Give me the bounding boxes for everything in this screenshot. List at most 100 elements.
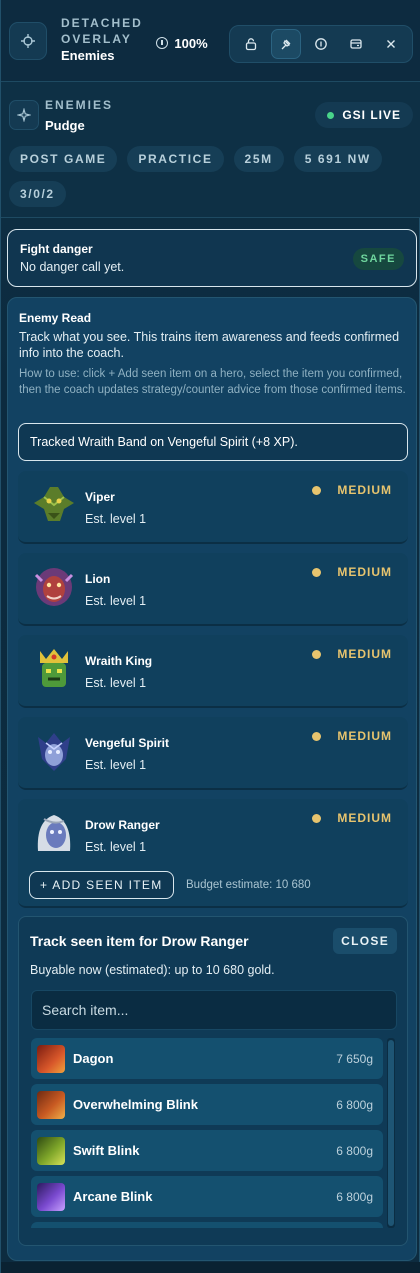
match-info-chips: POST GAME PRACTICE 25M 5 691 NW 3/0/2: [9, 146, 409, 207]
threat-label: MEDIUM: [337, 647, 392, 661]
threat-label: MEDIUM: [337, 729, 392, 743]
threat-dot-icon: [312, 485, 322, 495]
window-icon[interactable]: [341, 29, 371, 59]
top-bar: DETACHED OVERLAY Enemies 100%: [1, 0, 420, 82]
threat-indicator: MEDIUM: [312, 729, 392, 743]
item-name: Arcane Blink: [73, 1189, 153, 1204]
window-bottom-edge: [1, 1262, 420, 1273]
enemy-level: Est. level 1: [85, 676, 147, 690]
add-seen-item-button[interactable]: + ADD SEEN ITEM: [29, 871, 174, 899]
enemy-card-viper[interactable]: Viper Est. level 1 MEDIUM: [18, 471, 408, 544]
threat-indicator: MEDIUM: [312, 483, 392, 497]
enemy-card-lion[interactable]: Lion Est. level 1 MEDIUM: [18, 553, 408, 626]
enemy-level: Est. level 1: [85, 840, 147, 854]
threat-label: MEDIUM: [337, 811, 392, 825]
chip-game-mode: PRACTICE: [127, 146, 224, 172]
threat-dot-icon: [312, 567, 322, 577]
drow-ranger-portrait-icon: [30, 811, 78, 855]
enemy-name: Drow Ranger: [85, 818, 160, 832]
threat-indicator: MEDIUM: [312, 811, 392, 825]
enemy-card-vengeful-spirit[interactable]: Vengeful Spirit Est. level 1 MEDIUM: [18, 717, 408, 790]
arcane-blink-icon: [37, 1182, 65, 1211]
item-list-scrollbar[interactable]: [387, 1038, 395, 1228]
item-price: 6 800g: [336, 1189, 373, 1204]
sparkle-icon: [9, 100, 39, 130]
lion-portrait-icon: [30, 565, 78, 609]
zoom-value: 100%: [174, 35, 208, 51]
threat-dot-icon: [312, 649, 322, 659]
threat-dot-icon: [312, 813, 322, 823]
threat-label: MEDIUM: [337, 565, 392, 579]
item-name: Dagon: [73, 1051, 114, 1066]
tracked-toast: Tracked Wraith Band on Vengeful Spirit (…: [18, 423, 408, 461]
scrollbar-thumb[interactable]: [388, 1040, 394, 1226]
item-name: Overwhelming Blink: [73, 1097, 198, 1112]
enemy-level: Est. level 1: [85, 758, 147, 772]
vengeful-spirit-portrait-icon: [30, 729, 78, 773]
window-toolbar: [229, 25, 413, 63]
viper-portrait-icon: [30, 483, 78, 527]
track-panel-title: Track seen item for Drow Ranger: [30, 933, 249, 949]
threat-indicator: MEDIUM: [312, 565, 392, 579]
item-price: 6 800g: [336, 1097, 373, 1112]
swift-blink-icon: [37, 1136, 65, 1165]
section-label: ENEMIES: [45, 98, 114, 112]
overlay-window: DETACHED OVERLAY Enemies 100% ENEMIES Pu…: [0, 0, 420, 1273]
chip-game-time: 25M: [233, 146, 284, 172]
zoom-control[interactable]: 100%: [142, 27, 222, 59]
dagon-icon: [37, 1044, 65, 1073]
mode-label-1: DETACHED: [61, 16, 143, 31]
gsi-status-label: GSI LIVE: [342, 108, 401, 122]
info-circle-icon: [156, 37, 169, 49]
overwhelming-blink-icon: [37, 1090, 65, 1119]
chip-net-worth: 5 691 NW: [293, 146, 382, 172]
fight-danger-card: Fight danger No danger call yet. SAFE: [7, 229, 417, 287]
enemy-name: Wraith King: [85, 654, 153, 668]
track-seen-item-panel: Track seen item for Drow Ranger CLOSE Bu…: [18, 916, 408, 1246]
item-row-dagon[interactable]: Dagon 7 650g: [31, 1038, 383, 1079]
item-list: Dagon 7 650g Overwhelming Blink 6 800g S…: [31, 1038, 397, 1228]
enemy-read-howto: How to use: click + Add seen item on a h…: [19, 368, 406, 396]
safe-badge: SAFE: [352, 248, 404, 270]
search-item-input[interactable]: Search item...: [31, 990, 397, 1030]
enemy-read-panel: Enemy Read Track what you see. This trai…: [7, 297, 417, 1261]
player-hero-name: Pudge: [45, 118, 85, 133]
chip-kda: 3/0/2: [9, 181, 66, 207]
close-icon[interactable]: [376, 29, 406, 59]
lock-icon[interactable]: [236, 29, 266, 59]
enemy-name: Lion: [85, 572, 111, 586]
threat-label: MEDIUM: [337, 483, 392, 497]
enemy-level: Est. level 1: [85, 512, 147, 526]
item-name: Swift Blink: [73, 1143, 140, 1158]
budget-estimate: Budget estimate: 10 680: [186, 879, 311, 891]
enemy-level: Est. level 1: [85, 594, 147, 608]
fight-danger-title: Fight danger: [20, 242, 93, 256]
live-dot-icon: [327, 111, 335, 119]
item-row-arcane-blink[interactable]: Arcane Blink 6 800g: [31, 1176, 383, 1217]
item-price: 6 800g: [336, 1143, 373, 1158]
enemy-card-wraith-king[interactable]: Wraith King Est. level 1 MEDIUM: [18, 635, 408, 708]
threat-indicator: MEDIUM: [312, 647, 392, 661]
enemy-name: Viper: [85, 490, 115, 504]
crosshair-icon[interactable]: [9, 21, 47, 60]
buyable-estimate: Buyable now (estimated): up to 10 680 go…: [30, 963, 275, 977]
panel-name: Enemies: [61, 47, 115, 63]
fight-danger-status: No danger call yet.: [20, 260, 125, 274]
mode-label-2: OVERLAY: [61, 32, 132, 47]
item-row-partial[interactable]: [31, 1222, 383, 1228]
chip-game-state: POST GAME: [9, 146, 118, 172]
close-button[interactable]: CLOSE: [333, 928, 397, 954]
enemy-read-title: Enemy Read: [19, 311, 92, 325]
wraith-king-portrait-icon: [30, 647, 78, 691]
info-icon[interactable]: [306, 29, 336, 59]
enemy-card-drow-ranger[interactable]: Drow Ranger Est. level 1 MEDIUM + ADD SE…: [18, 799, 408, 908]
threat-dot-icon: [312, 731, 322, 741]
enemies-header: ENEMIES Pudge GSI LIVE POST GAME PRACTIC…: [1, 82, 420, 218]
window-titles: DETACHED OVERLAY Enemies: [61, 16, 143, 64]
enemy-read-description: Track what you see. This trains item awa…: [19, 330, 400, 360]
item-price: 7 650g: [336, 1051, 373, 1066]
pin-icon[interactable]: [271, 29, 302, 59]
enemy-name: Vengeful Spirit: [85, 736, 170, 750]
item-row-overwhelming-blink[interactable]: Overwhelming Blink 6 800g: [31, 1084, 383, 1125]
item-row-swift-blink[interactable]: Swift Blink 6 800g: [31, 1130, 383, 1171]
